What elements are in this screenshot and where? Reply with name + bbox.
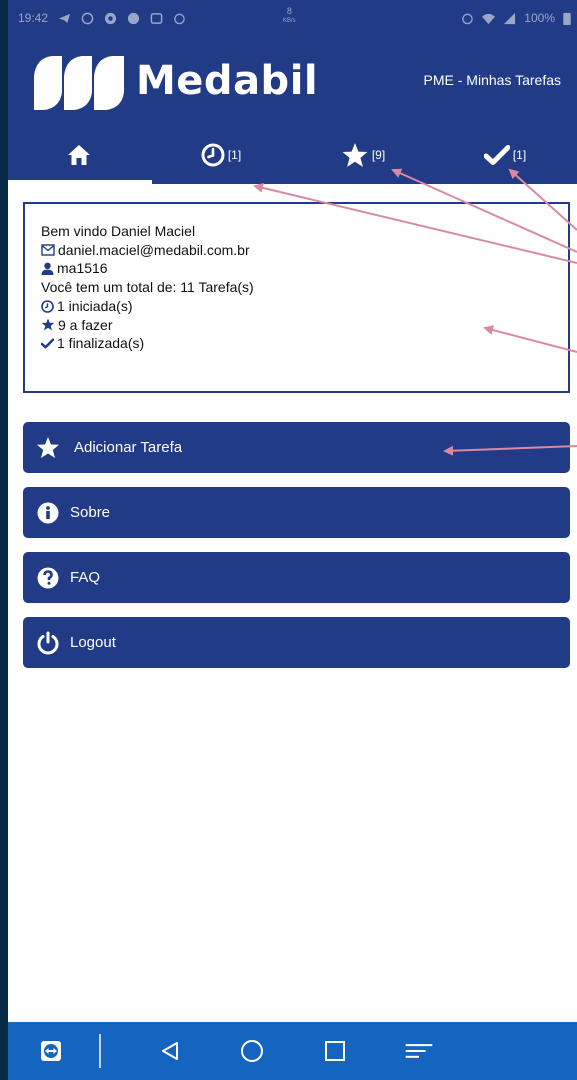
email-row: daniel.maciel@medabil.com.br: [41, 241, 552, 260]
recents-button[interactable]: [320, 1036, 350, 1066]
about-button[interactable]: Sobre: [23, 487, 570, 538]
welcome-card: Bem vindo Daniel Maciel daniel.maciel@me…: [23, 202, 570, 393]
alarm-icon: [462, 13, 474, 24]
logout-button[interactable]: Logout: [23, 617, 570, 668]
power-icon: [37, 631, 59, 654]
finished-count: 1 finalizada(s): [57, 335, 145, 352]
check-icon: [41, 338, 54, 349]
tab-finished-badge: [1]: [512, 148, 527, 162]
todo-row: 9 a fazer: [41, 316, 552, 335]
wifi-icon: [482, 13, 496, 24]
finished-row: 1 finalizada(s): [41, 334, 552, 353]
signal-icon: [504, 12, 516, 24]
menu-lines-icon: [405, 1044, 433, 1058]
brand-name: Medabil: [136, 58, 319, 104]
username: ma1516: [57, 260, 108, 277]
user-icon: [41, 262, 54, 276]
battery-icon: [563, 12, 571, 25]
home-circle-icon: [241, 1040, 263, 1062]
clock-icon: [41, 299, 54, 313]
welcome-greeting: Bem vindo Daniel Maciel: [41, 223, 196, 239]
started-count: 1 iniciada(s): [57, 297, 133, 314]
back-triangle-icon: [162, 1042, 178, 1060]
check-icon: [483, 145, 510, 165]
question-icon: [37, 567, 59, 588]
info-icon: [37, 502, 59, 523]
username-row: ma1516: [41, 259, 552, 278]
recents-square-icon: [325, 1041, 345, 1061]
tasks-total: Você tem um total de: 11 Tarefa(s): [41, 279, 254, 296]
logout-label: Logout: [70, 634, 116, 651]
tab-started-badge: [1]: [227, 148, 242, 162]
clock-icon: [201, 143, 225, 167]
tab-todo[interactable]: [9]: [292, 126, 434, 184]
tab-started[interactable]: [1]: [150, 126, 292, 184]
status-time: 19:42: [18, 11, 49, 25]
system-navigation-bar: [8, 1022, 577, 1080]
about-label: Sobre: [70, 504, 111, 521]
app-title: PME - Minhas Tarefas: [423, 72, 561, 88]
active-tab-indicator: [8, 180, 152, 185]
tab-finished[interactable]: [1]: [434, 126, 576, 184]
user-email: daniel.maciel@medabil.com.br: [58, 241, 250, 258]
menu-nav-button[interactable]: [404, 1036, 434, 1066]
tab-home[interactable]: [8, 126, 150, 184]
tab-todo-badge: [9]: [371, 148, 386, 162]
teamviewer-icon: [41, 1041, 61, 1061]
tab-bar: [1] [9] [1]: [8, 126, 577, 184]
star-icon: [37, 437, 59, 458]
faq-label: FAQ: [70, 569, 101, 586]
faq-button[interactable]: FAQ: [23, 552, 570, 603]
nav-separator: [99, 1034, 101, 1068]
home-nav-button[interactable]: [237, 1036, 267, 1066]
whatsapp-icon: [81, 12, 94, 24]
status-bar: 19:42 8 KB/s 100%: [8, 0, 577, 36]
logo-mark-icon: [34, 56, 124, 110]
alarm-icon: [174, 13, 185, 24]
teamviewer-button[interactable]: [36, 1036, 66, 1066]
eye-icon: [104, 12, 117, 24]
network-speed: 8 KB/s: [283, 6, 296, 24]
started-row: 1 iniciada(s): [41, 297, 552, 316]
medabil-logo: Medabil: [30, 50, 318, 112]
app-notification-icon: [127, 12, 140, 24]
message-icon: [150, 12, 163, 24]
telegram-icon: [58, 13, 71, 23]
phone-screen: 19:42 8 KB/s 100% Medabil PME - Minhas T…: [8, 0, 577, 1080]
add-task-button[interactable]: Adicionar Tarefa: [23, 422, 570, 473]
back-button[interactable]: [155, 1036, 185, 1066]
add-task-label: Adicionar Tarefa: [74, 439, 183, 456]
home-icon: [68, 145, 90, 165]
star-icon: [342, 143, 368, 167]
todo-count: 9 a fazer: [58, 316, 113, 333]
star-icon: [41, 318, 55, 331]
battery-percent: 100%: [524, 11, 555, 25]
envelope-icon: [41, 244, 55, 256]
app-header: Medabil PME - Minhas Tarefas: [8, 36, 577, 126]
